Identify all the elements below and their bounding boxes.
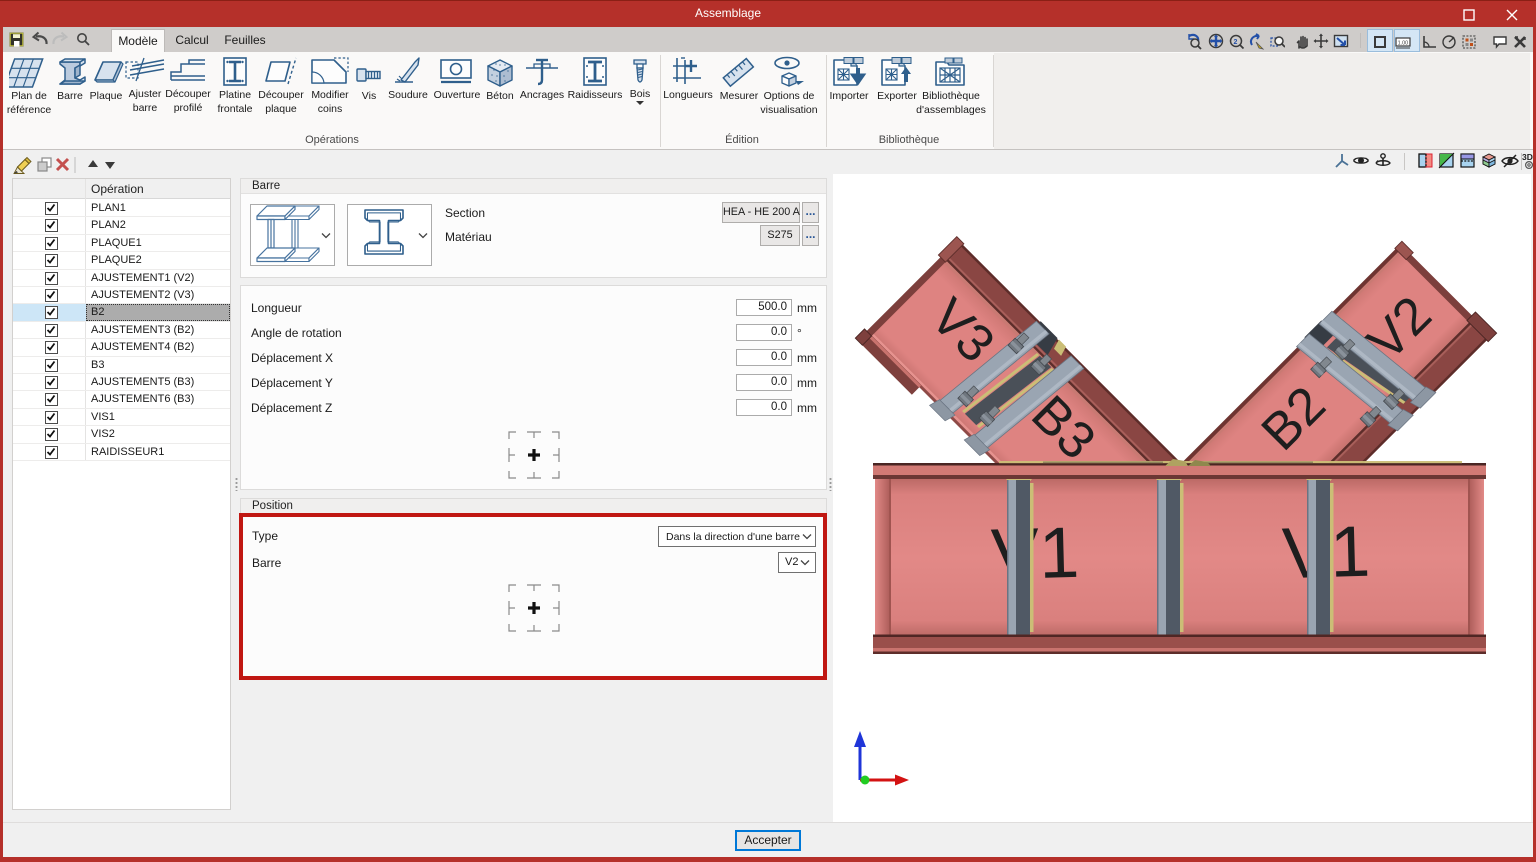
svg-text:2: 2 — [1234, 39, 1238, 46]
svg-text:1.00: 1.00 — [1398, 41, 1409, 47]
svg-text:V1: V1 — [990, 513, 1080, 595]
svg-text:3D: 3D — [1522, 152, 1533, 162]
